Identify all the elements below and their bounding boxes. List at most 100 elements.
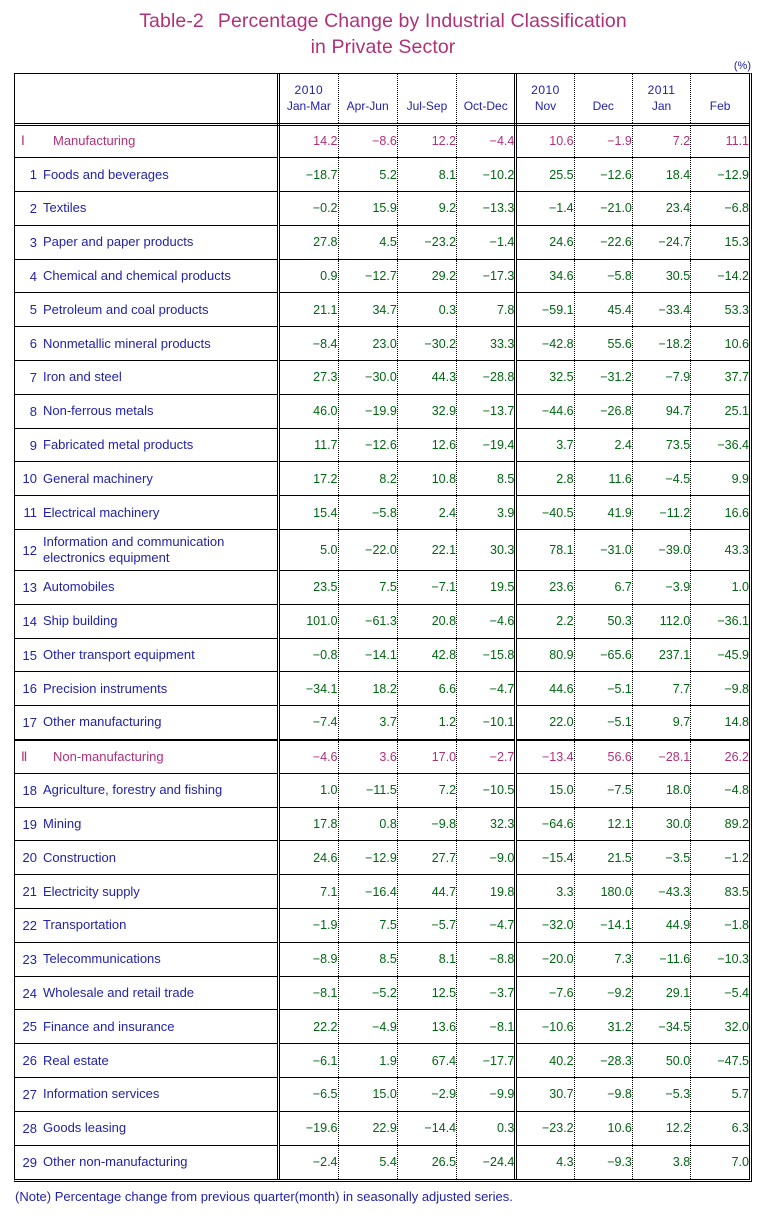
value-cell: 6.3 [690,1111,749,1146]
header-year: 2011 [647,82,676,97]
row-number: 25 [22,1019,37,1035]
row-label-text: Non-ferrous metals [43,403,154,419]
title-main-text: Percentage Change by Industrial Classifi… [217,10,627,32]
row-label-cell: 15 Other transport equipment [15,638,281,673]
value-cell: −24.4 [456,1145,518,1179]
value-cell: −0.2 [278,191,339,226]
row-label-text: Wholesale and retail trade [43,985,195,1001]
value-cell: 32.5 [515,360,575,395]
value-cell: 80.9 [515,638,575,673]
value-cell: 89.2 [690,807,749,842]
value-cell: 26.5 [397,1145,458,1179]
header-year: 2010 [294,82,324,97]
value-cell: 20.8 [397,604,458,639]
row-label-cell: 13 Automobiles [15,570,281,605]
value-cell: 5.7 [690,1077,749,1112]
value-cell: 19.5 [456,570,518,605]
table-header: 2010 Jan-Mar Apr-Jun Jul-Sep Oct-Dec 2010 N… [15,74,749,126]
value-cell: −9.0 [456,840,518,876]
row-number: 22 [22,917,37,933]
value-cell: 78.1 [515,529,575,572]
value-cell: 32.3 [456,807,518,842]
value-cell: −26.8 [574,394,633,429]
row-label-text: Finance and insurance [43,1018,175,1034]
row-label-cell: 10 General machinery [15,461,281,497]
value-cell: 7.0 [731,1155,749,1170]
value-cell: −43.3 [632,874,692,910]
table-row: 21 Electricity supply 7.1 −16.4 44.7 19.8 3.3 1… [15,874,749,910]
value-cell: −9.8 [574,1077,633,1112]
table-row: 10 General machinery 17.2 8.2 10.8 8.5 2.8 11.6… [15,461,749,497]
value-cell: 83.5 [690,874,749,910]
value-cell: −6.5 [278,1077,339,1112]
value-cell: −4.6 [456,604,518,639]
row-number: 26 [22,1053,37,1069]
value-cell: −12.9 [690,157,749,193]
value-cell: 43.3 [690,529,749,572]
value-cell: −47.5 [690,1043,749,1079]
value-cell: −21.0 [574,191,633,226]
value-cell: −23.2 [397,225,458,260]
value-cell: −11.2 [632,495,692,531]
value-cell: 9.7 [632,705,692,741]
value-cell: 30.3 [456,529,518,572]
table-row: 7 Iron and steel 27.3 −30.0 44.3 −28.8 32.5 −31… [15,360,749,395]
value-cell: −40.5 [515,495,575,531]
value-cell: 17.0 [397,738,458,774]
row-label-cell: 17 Other manufacturing [15,705,281,741]
value-cell: 25.5 [515,157,575,193]
value-cell: 94.7 [632,394,692,429]
value-cell: 11.1 [690,124,749,159]
value-cell: 23.4 [632,191,692,226]
value-cell: 0.3 [456,1111,518,1146]
value-cell: −12.7 [338,259,398,294]
table-row: 17 Other manufacturing −7.4 3.7 1.2 −10.1 22.0… [15,705,749,741]
row-number: 4 [29,268,37,284]
row-label-text: Paper and paper products [43,234,194,250]
value-cell: 17.2 [278,461,339,497]
value-cell: −45.9 [690,638,749,673]
row-number: 13 [22,579,37,595]
row-label-cell: 19 Mining [15,807,281,842]
value-cell: 7.2 [632,124,692,159]
value-cell: 24.6 [515,225,575,260]
value-cell: −14.1 [574,908,633,943]
value-cell: 18.4 [632,157,692,193]
value-cell: 12.1 [574,807,633,842]
row-label-text: Manufacturing [53,133,136,149]
value-cell: −19.9 [338,394,398,429]
table-row: 3 Paper and paper products 27.8 4.5 −23.2 −1.… [15,225,749,260]
header-period: Oct-Dec [463,98,508,113]
table-row: 22 Transportation −1.9 7.5 −5.7 −4.7 −32.0 −14.… [15,908,749,943]
value-cell: −1.8 [690,908,749,943]
value-cell: 56.6 [574,738,633,774]
value-cell: 44.9 [632,908,692,943]
row-number: 15 [22,647,37,663]
value-cell: −2.9 [397,1077,458,1112]
value-cell: 25.1 [690,394,749,429]
row-number: 23 [22,951,37,967]
value-cell: −8.1 [456,1009,518,1045]
row-label-cell: 24 Wholesale and retail trade [15,976,281,1011]
value-cell: 5.2 [338,157,398,193]
value-cell: 3.3 [515,874,575,910]
value-cell: 7.8 [456,292,518,328]
value-cell: −44.6 [515,394,575,429]
row-label-cell: 6 Nonmetallic mineral products [15,326,281,362]
table-row: 15 Other transport equipment −0.8 −14.1 42.8… [15,638,749,673]
value-cell: −28.1 [632,738,692,774]
value-cell: 34.6 [515,259,575,294]
value-cell: −7.4 [278,705,339,741]
value-cell: −4.6 [278,738,339,774]
value-cell: −1.4 [515,191,575,226]
table-row: 29 Other non-manufacturing −2.4 5.4 26.5 −24.… [15,1145,749,1179]
table-body: Ⅰ Manufacturing 14.2 −8.6 12.2 −4.4 10.6 −1.9 7.… [15,124,749,1179]
value-cell: −39.0 [632,529,692,572]
row-label-cell: 7 Iron and steel [15,360,281,395]
value-cell: −33.4 [632,292,692,328]
row-number: Ⅰ [21,133,25,149]
value-cell: 7.5 [338,908,398,943]
table-row: 28 Goods leasing −19.6 22.9 −14.4 0.3 −23.2 10.… [15,1111,749,1146]
table-row: 12 Information and communication electron… [15,529,749,572]
value-cell: 46.0 [278,394,339,429]
